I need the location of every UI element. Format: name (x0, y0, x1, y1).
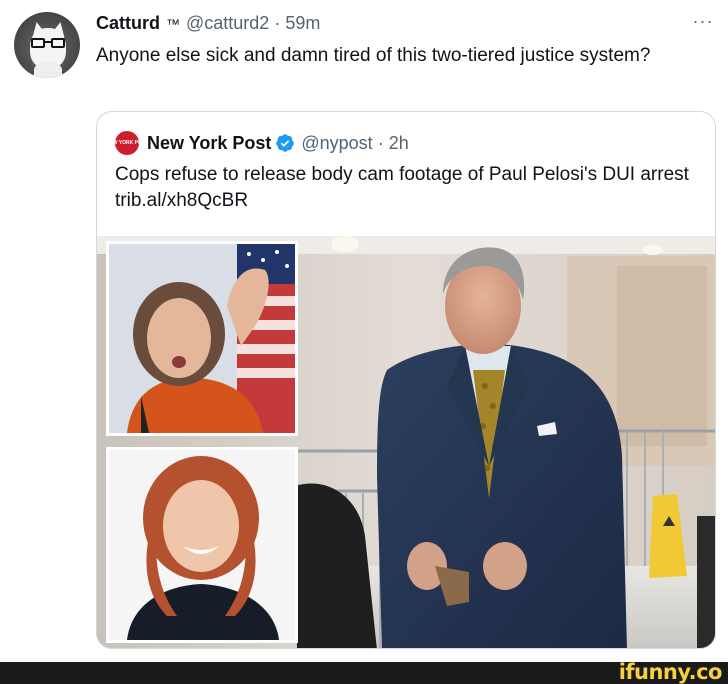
tweet-card[interactable]: Catturd ™ @catturd2 · 59m ··· Anyone els… (0, 0, 728, 662)
ifunny-watermark: ifunny.co (618, 660, 723, 684)
glasses-icon (31, 38, 65, 48)
header-separator: · (274, 13, 281, 33)
photo-illustration (97, 236, 715, 648)
tweet-header: Catturd ™ @catturd2 · 59m (96, 13, 320, 37)
watermark-bar: ifunny.co (0, 660, 728, 684)
cat-body (34, 62, 62, 78)
verified-badge-icon (276, 134, 295, 152)
quoted-tweet-text: Cops refuse to release body cam footage … (115, 164, 689, 211)
inset-photo-top (106, 241, 298, 436)
inset-photo-bottom (106, 447, 298, 643)
more-options-icon[interactable]: ··· (690, 8, 716, 34)
nypost-logo-text: NEW YORK POST (105, 140, 149, 146)
author-name[interactable]: Catturd (96, 13, 160, 34)
quoted-author-handle[interactable]: @nypost (301, 133, 372, 154)
quoted-tweet[interactable]: NEW YORK POST New York Post @nypost · 2h… (96, 111, 716, 649)
tweet-text: Anyone else sick and damn tired of this … (96, 45, 651, 66)
nypost-avatar[interactable]: NEW YORK POST (106, 131, 148, 155)
quoted-header-separator: · (377, 132, 384, 153)
quoted-tweet-photo[interactable] (97, 236, 715, 648)
author-avatar[interactable] (14, 12, 80, 78)
author-name-suffix: ™ (166, 16, 180, 32)
quoted-author-name[interactable]: New York Post (147, 133, 271, 154)
quoted-tweet-timestamp[interactable]: 2h (389, 133, 409, 154)
tweet-timestamp[interactable]: 59m (285, 13, 320, 34)
quoted-tweet-header: NEW YORK POST New York Post @nypost · 2h (106, 130, 409, 156)
author-handle[interactable]: @catturd2 (186, 13, 269, 34)
